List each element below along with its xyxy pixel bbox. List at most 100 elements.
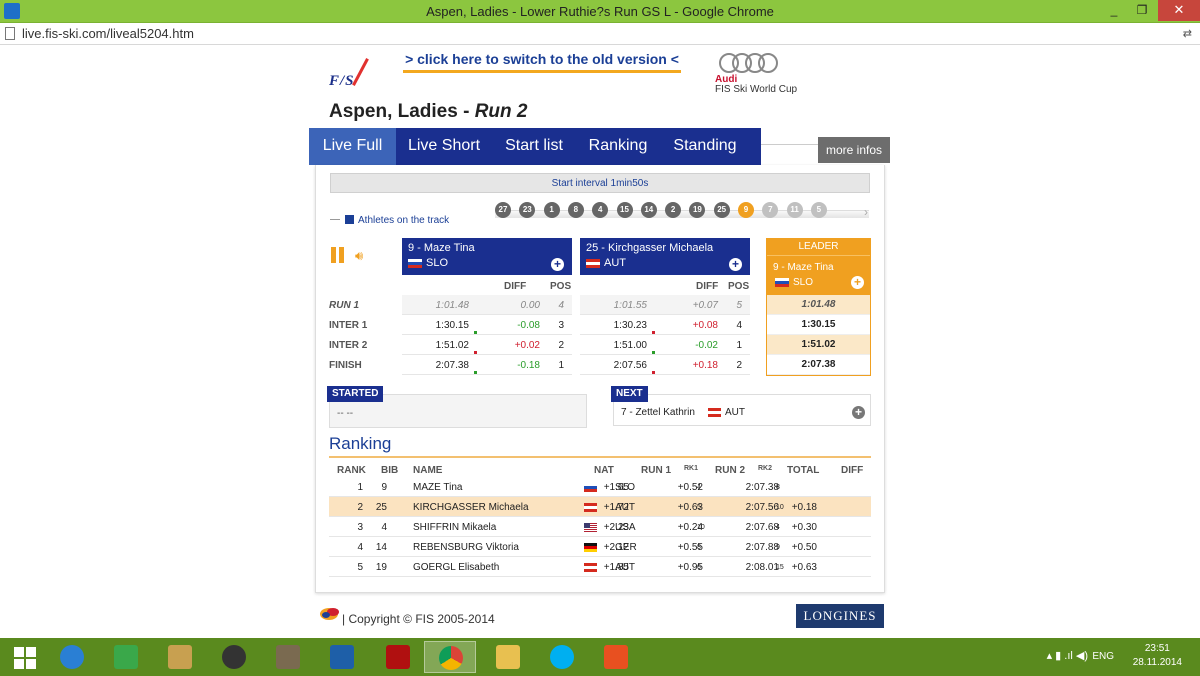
- window-titlebar: Aspen, Ladies - Lower Ruthie?s Run GS L …: [0, 0, 1200, 23]
- ranking-run1: +2.12: [603, 542, 629, 553]
- split-indicator: [474, 331, 477, 334]
- tabs-divider: [761, 144, 819, 145]
- chrome-icon[interactable]: [424, 641, 476, 673]
- col-diff-left: DIFF: [504, 281, 527, 292]
- ie-icon[interactable]: [46, 641, 98, 673]
- ranking-row[interactable]: 1 9 MAZE Tina SLO +1.65 4 +0.52 8 2:07.38: [329, 477, 871, 497]
- ranking-diff: +0.50: [791, 542, 817, 553]
- track-bib-pin[interactable]: 8: [567, 202, 584, 218]
- system-tray-icons[interactable]: ▴ ▮ .ıl ◀): [1047, 649, 1088, 662]
- doc-icon[interactable]: [262, 641, 314, 673]
- racer-card-right: 25 - Kirchgasser Michaela AUT +: [580, 238, 750, 275]
- tab-start-list[interactable]: Start list: [492, 128, 576, 165]
- fis-small-logo: [319, 605, 341, 621]
- track-bib-pin[interactable]: 25: [713, 202, 730, 218]
- translate-icon[interactable]: ⇄: [1183, 27, 1192, 40]
- expand-left-button[interactable]: +: [551, 258, 564, 271]
- close-button[interactable]: ✕: [1158, 0, 1200, 21]
- next-nat: AUT: [725, 407, 745, 418]
- ranking-name: MAZE Tina: [413, 482, 463, 493]
- ranking-row[interactable]: 3 4 SHIFFRIN Mikaela USA +2.23 10 +0.24 4 2:07.6…: [329, 517, 871, 537]
- audi-subtitle: FIS Ski World Cup: [715, 84, 798, 95]
- leader-card: LEADER 9 - Maze Tina SLO + 1:01.48 1:30.…: [766, 238, 871, 376]
- ranking-run2: +0.95: [677, 562, 703, 573]
- track-bib-pin[interactable]: 14: [640, 202, 657, 218]
- clock[interactable]: 23:51 28.11.2014: [1133, 642, 1182, 670]
- rank-header: RANK: [337, 465, 366, 476]
- ranking-run2: +0.52: [677, 482, 703, 493]
- audi-logo[interactable]: Audi FIS Ski World Cup: [715, 51, 830, 97]
- track-bib-pin[interactable]: 5: [810, 202, 827, 218]
- leader-name: 9 - Maze Tina: [773, 262, 834, 273]
- athletes-on-track-text: Athletes on the track: [358, 215, 450, 226]
- next-label: NEXT: [611, 386, 648, 402]
- address-bar[interactable]: live.fis-ski.com/liveal5204.htm ⇄: [0, 23, 1200, 45]
- expand-next-button[interactable]: +: [852, 406, 865, 419]
- flag-slo-icon: [775, 278, 789, 287]
- racer-right-nat: AUT: [604, 257, 626, 269]
- maximize-button[interactable]: ❐: [1128, 0, 1156, 21]
- track-bib-pin[interactable]: 15: [616, 202, 633, 218]
- race-run: Run 2: [474, 101, 528, 122]
- fis-logo[interactable]: F/S: [329, 53, 375, 91]
- media-icon[interactable]: [208, 641, 260, 673]
- split-pos: 2: [558, 340, 564, 351]
- track-bib-pin[interactable]: 11: [786, 202, 803, 218]
- rk2-header: RK2: [758, 465, 773, 472]
- longines-logo[interactable]: LONGINES: [796, 604, 884, 628]
- power-icon[interactable]: [372, 641, 424, 673]
- language-indicator[interactable]: ENG: [1092, 651, 1114, 662]
- ranking-row[interactable]: 5 19 GOERGL Elisabeth AUT +1.85 6 +0.95 15 2:08.…: [329, 557, 871, 577]
- split-indicator: [474, 371, 477, 374]
- split-time: 1:01.55: [613, 300, 647, 311]
- expand-right-button[interactable]: +: [729, 258, 742, 271]
- app-icon-6[interactable]: [316, 641, 368, 673]
- minimize-button[interactable]: _: [1100, 0, 1128, 21]
- tab-live-short[interactable]: Live Short: [396, 128, 492, 165]
- track-bib-pin[interactable]: 9: [738, 202, 754, 218]
- skype-icon[interactable]: [536, 641, 588, 673]
- split-pos: 3: [558, 320, 564, 331]
- name-header: NAME: [413, 465, 443, 476]
- track-bib-pin[interactable]: 1: [543, 202, 560, 218]
- split-time: 1:30.15: [435, 320, 469, 331]
- start-button[interactable]: [0, 641, 52, 673]
- tab-live-full[interactable]: Live Full: [309, 128, 396, 165]
- split-time: 2:07.38: [435, 360, 469, 371]
- split-diff: 0.00: [520, 300, 540, 311]
- explorer-icon[interactable]: [482, 641, 534, 673]
- url-text[interactable]: live.fis-ski.com/liveal5204.htm: [22, 26, 194, 41]
- more-infos-button[interactable]: more infos: [818, 137, 890, 163]
- split-row-label: FINISH: [329, 360, 362, 371]
- tab-standing[interactable]: Standing: [660, 128, 750, 165]
- store-icon[interactable]: [100, 641, 152, 673]
- app-icon-3[interactable]: [154, 641, 206, 673]
- pause-icon[interactable]: [331, 247, 345, 263]
- flag-aut-icon: [584, 563, 597, 572]
- split-row-label: INTER 2: [329, 340, 368, 351]
- split-pos: 1: [736, 340, 742, 351]
- old-version-link[interactable]: > click here to switch to the old versio…: [403, 51, 681, 67]
- ranking-diff: +0.18: [791, 502, 817, 513]
- flag-slo-icon: [584, 483, 597, 492]
- ranking-diff: +0.30: [791, 522, 817, 533]
- col-pos-left: POS: [550, 281, 572, 292]
- ranking-row[interactable]: 4 14 REBENSBURG Viktoria GER +2.12 8 +0.55 9 2:0…: [329, 537, 871, 557]
- run1-header: RUN 1: [641, 465, 672, 476]
- ranking-rank: 2: [357, 502, 363, 513]
- tab-ranking[interactable]: Ranking: [576, 128, 660, 165]
- ranking-diff: +0.63: [791, 562, 817, 573]
- ranking-bib: 14: [375, 542, 387, 553]
- race-title-text: Aspen, Ladies -: [329, 101, 475, 122]
- track-bib-pin[interactable]: 2: [665, 202, 682, 218]
- track-bib-pin[interactable]: 27: [495, 202, 511, 218]
- app-icon-11[interactable]: [590, 641, 642, 673]
- expand-leader-button[interactable]: +: [851, 276, 864, 289]
- started-value: -- --: [337, 408, 354, 419]
- ranking-row[interactable]: 2 25 KIRCHGASSER Michaela AUT +1.72 5 +0.63 10 2…: [329, 497, 871, 517]
- split-time: 1:51.00: [613, 340, 647, 351]
- split-diff: +0.07: [692, 300, 718, 311]
- ranking-rank: 4: [357, 542, 363, 553]
- ranking-name: SHIFFRIN Mikaela: [413, 522, 497, 533]
- speaker-icon[interactable]: 🔊︎: [355, 248, 369, 263]
